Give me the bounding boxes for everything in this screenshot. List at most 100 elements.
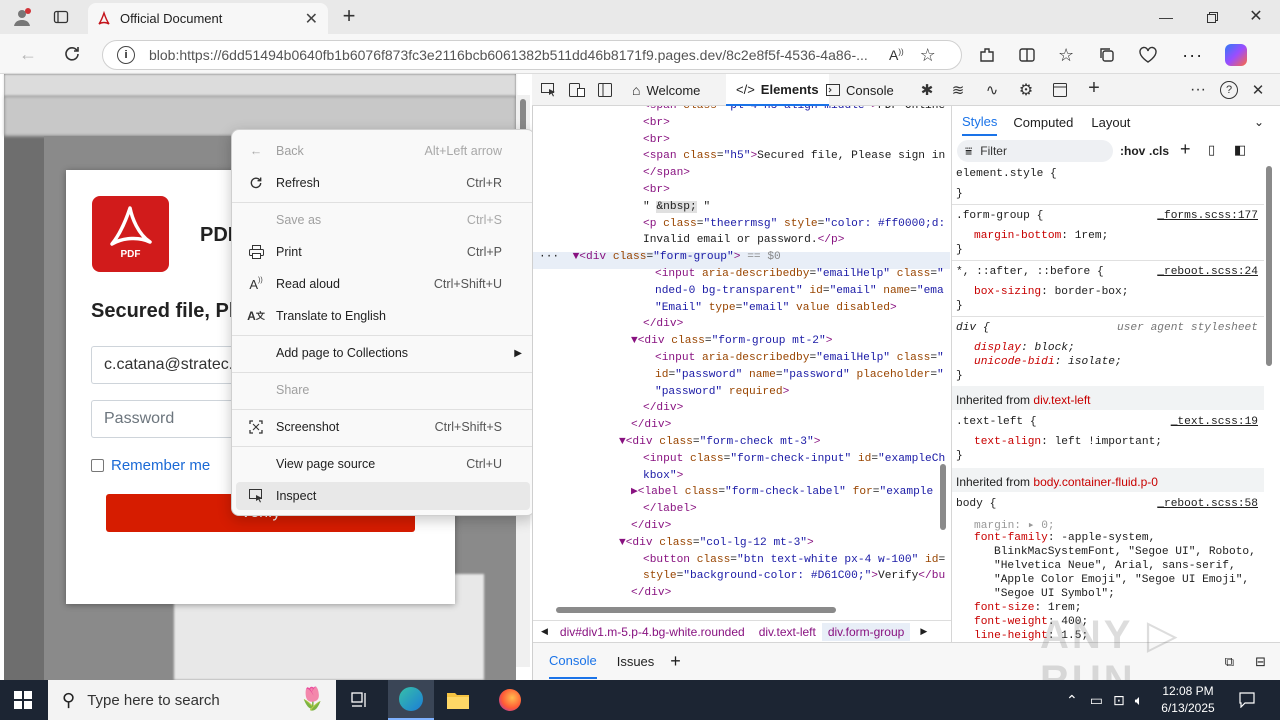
remember-label[interactable]: Remember me [111, 457, 210, 474]
search-flowers-icon: 🌷 [298, 686, 326, 711]
cls-button[interactable]: .cls [1149, 144, 1169, 158]
edge-taskbar-icon[interactable] [388, 680, 434, 720]
crumb-form-group[interactable]: div.form-group [821, 622, 911, 641]
back-icon[interactable]: ← [16, 42, 40, 66]
menu-item-read-aloud[interactable]: A)) Read aloud Ctrl+Shift+U [236, 270, 530, 298]
window-close-icon[interactable]: ✕ [1246, 6, 1266, 26]
browser-toolbar-icons: ☆ ··· [978, 42, 1248, 68]
tab-console[interactable]: Console [826, 78, 894, 102]
menu-item-refresh[interactable]: Refresh Ctrl+R [236, 169, 530, 197]
secured-file-heading: Secured file, Ple [91, 300, 246, 322]
dock-side-icon[interactable] [596, 82, 614, 98]
styles-filter-input[interactable]: ⩸ Filter [957, 140, 1113, 162]
tab-layout[interactable]: Layout [1091, 115, 1130, 130]
clock-date: 6/13/2025 [1161, 701, 1215, 715]
context-menu: ← Back Alt+Left arrow Refresh Ctrl+R Save a… [231, 129, 535, 516]
tab-elements[interactable]: </> Elements [726, 74, 829, 106]
taskbar-search-box[interactable]: ⚲ Type here to search 🌷 [48, 680, 336, 720]
menu-item-screenshot[interactable]: Screenshot Ctrl+Shift+S [236, 413, 530, 441]
code-icon: </> [736, 81, 755, 97]
drawer-add-icon[interactable]: + [670, 651, 681, 672]
ethernet-icon[interactable]: ⊡ [1113, 692, 1125, 709]
styles-scrollbar[interactable] [1264, 164, 1274, 634]
favorite-star-icon[interactable]: ☆ [920, 45, 936, 66]
url-text[interactable]: blob:https://6dd51494b0640fb1b6076f873fc… [149, 47, 879, 63]
info-icon[interactable]: i [117, 46, 135, 64]
device-inspect-icon[interactable] [540, 82, 558, 98]
read-aloud-icon[interactable]: A)) [889, 47, 904, 63]
wifi-icon[interactable]: ≋ [948, 81, 968, 99]
screenshot-icon [236, 420, 276, 434]
submenu-arrow-icon: ▶ [514, 347, 522, 359]
dom-vertical-scrollbar[interactable] [938, 110, 948, 596]
menu-item-save-as[interactable]: Save as Ctrl+S [236, 206, 530, 234]
crumb-div1[interactable]: div#div1.m-5.p-4.bg-white.rounded [560, 625, 745, 639]
menu-item-inspect[interactable]: Inspect [236, 482, 530, 510]
clock[interactable]: 12:08 PM 6/13/2025 [1156, 683, 1220, 717]
restore-icon[interactable] [1202, 7, 1222, 27]
tray-chevron-up-icon[interactable]: ⌃ [1066, 692, 1078, 709]
bug-icon[interactable]: ✱ [918, 81, 936, 99]
close-tab-icon[interactable]: ✕ [305, 9, 318, 29]
application-icon[interactable] [1050, 81, 1070, 99]
windows-start-icon[interactable] [12, 690, 34, 710]
tab-styles[interactable]: Styles [962, 109, 998, 136]
menu-item-back[interactable]: ← Back Alt+Left arrow [236, 137, 530, 165]
split-screen-icon[interactable] [1018, 46, 1036, 64]
styles-rules: element.style { } .form-group { _forms.s… [952, 166, 1264, 642]
extensions-icon[interactable] [978, 46, 996, 64]
url-bar[interactable]: i blob:https://6dd51494b0640fb1b6076f873… [102, 40, 962, 70]
menu-item-print[interactable]: Print Ctrl+P [236, 238, 530, 266]
help-icon[interactable]: ? [1220, 81, 1238, 99]
collections-icon[interactable] [1098, 46, 1116, 64]
remember-checkbox[interactable] [91, 459, 104, 472]
volume-icon[interactable]: 🔈︎ [1135, 692, 1143, 709]
devtools-more-icon[interactable]: ··· [1188, 80, 1208, 100]
windows-taskbar: ⚲ Type here to search 🌷 ⌃ ▭ ⊡ 🔈︎ 12:08 P… [0, 680, 1280, 720]
notifications-icon[interactable] [1236, 690, 1258, 710]
copilot-icon[interactable] [1225, 44, 1248, 66]
dom-tree[interactable]: <span class="pl-4 h5 align-middle">PDF O… [533, 106, 950, 600]
tab-computed[interactable]: Computed [1013, 115, 1073, 130]
search-placeholder: Type here to search [87, 691, 220, 709]
dom-horizontal-scrollbar[interactable] [540, 603, 938, 617]
browser-essentials-icon[interactable] [1138, 46, 1158, 64]
pdf-favicon-icon [96, 10, 112, 27]
favorites-icon[interactable]: ☆ [1058, 45, 1074, 66]
more-tools-plus-icon[interactable]: + [1084, 77, 1104, 99]
toggle-state-icon[interactable]: ▯ [1208, 142, 1215, 158]
new-rule-icon[interactable]: + [1180, 139, 1191, 160]
pdf-logo-text: PDF [120, 249, 141, 260]
drawer-tab-issues[interactable]: Issues [617, 654, 655, 669]
menu-item-add-to-collections[interactable]: Add page to Collections ▶ [236, 339, 530, 367]
pdf-logo: PDF [92, 196, 169, 272]
tab-actions-icon[interactable] [50, 6, 72, 28]
menu-item-translate[interactable]: A 文 Translate to English [236, 302, 530, 330]
tab-welcome[interactable]: ⌂ Welcome [632, 78, 700, 102]
settings-gear-icon[interactable]: ⚙ [1016, 81, 1036, 99]
hov-button[interactable]: :hov [1120, 144, 1145, 158]
task-view-icon[interactable] [346, 688, 374, 712]
drawer-tab-console[interactable]: Console [549, 644, 597, 679]
network-icon[interactable]: ▭ [1090, 692, 1103, 709]
device-emulation-icon[interactable] [568, 82, 586, 98]
performance-icon[interactable]: ∿ [982, 81, 1002, 99]
minimize-icon[interactable]: — [1156, 7, 1176, 27]
tab-title: Official Document [120, 11, 223, 26]
sidebar-toggle-icon[interactable]: ◧ [1234, 142, 1246, 158]
settings-more-icon[interactable]: ··· [1182, 45, 1203, 66]
crumb-text-left[interactable]: div.text-left [759, 625, 816, 639]
profile-icon[interactable] [10, 6, 34, 28]
file-explorer-icon[interactable] [442, 688, 474, 712]
menu-item-view-source[interactable]: View page source Ctrl+U [236, 450, 530, 478]
chevron-down-icon[interactable]: ⌄ [1254, 115, 1264, 129]
firefox-icon[interactable] [494, 688, 526, 712]
filter-icon: ⩸ [965, 143, 973, 158]
clock-time: 12:08 PM [1162, 684, 1214, 698]
tab-official-document[interactable]: Official Document ✕ [88, 3, 328, 34]
menu-item-share[interactable]: Share [236, 376, 530, 404]
tab-strip: Official Document ✕ + — ✕ [0, 0, 1280, 34]
new-tab-icon[interactable]: + [338, 3, 360, 28]
devtools-close-icon[interactable]: ✕ [1248, 80, 1268, 100]
refresh-icon[interactable] [60, 42, 84, 66]
